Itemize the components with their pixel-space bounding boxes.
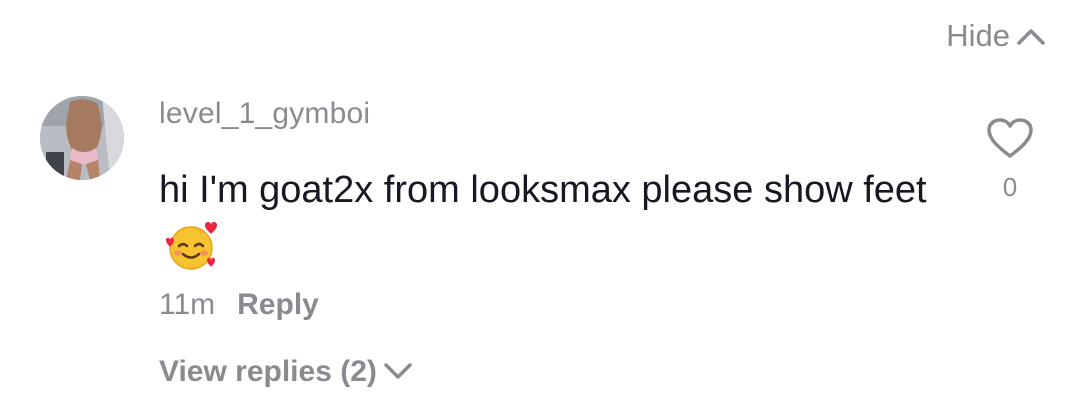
comment-username[interactable]: level_1_gymboi [159,97,370,131]
reply-button[interactable]: Reply [237,288,319,322]
comment-body: hi I'm goat2x from looksmax please show … [159,160,959,282]
comment-timestamp: 11m [159,288,216,321]
avatar[interactable] [40,96,124,180]
view-replies-button[interactable]: View replies (2) [159,355,413,389]
chevron-up-icon [1016,26,1046,46]
comment-meta: 11m Reply [159,288,319,322]
chevron-down-icon [383,355,413,389]
hide-replies-button[interactable]: Hide [946,18,1046,54]
smiling-face-with-hearts-icon [165,220,217,272]
like-count: 0 [1002,172,1018,202]
view-replies-label: View replies (2) [159,355,377,388]
like-block: 0 [980,117,1040,203]
comment-text: hi I'm goat2x from looksmax please show … [159,169,927,211]
hide-label: Hide [946,18,1010,53]
heart-outline-icon[interactable] [986,117,1034,164]
